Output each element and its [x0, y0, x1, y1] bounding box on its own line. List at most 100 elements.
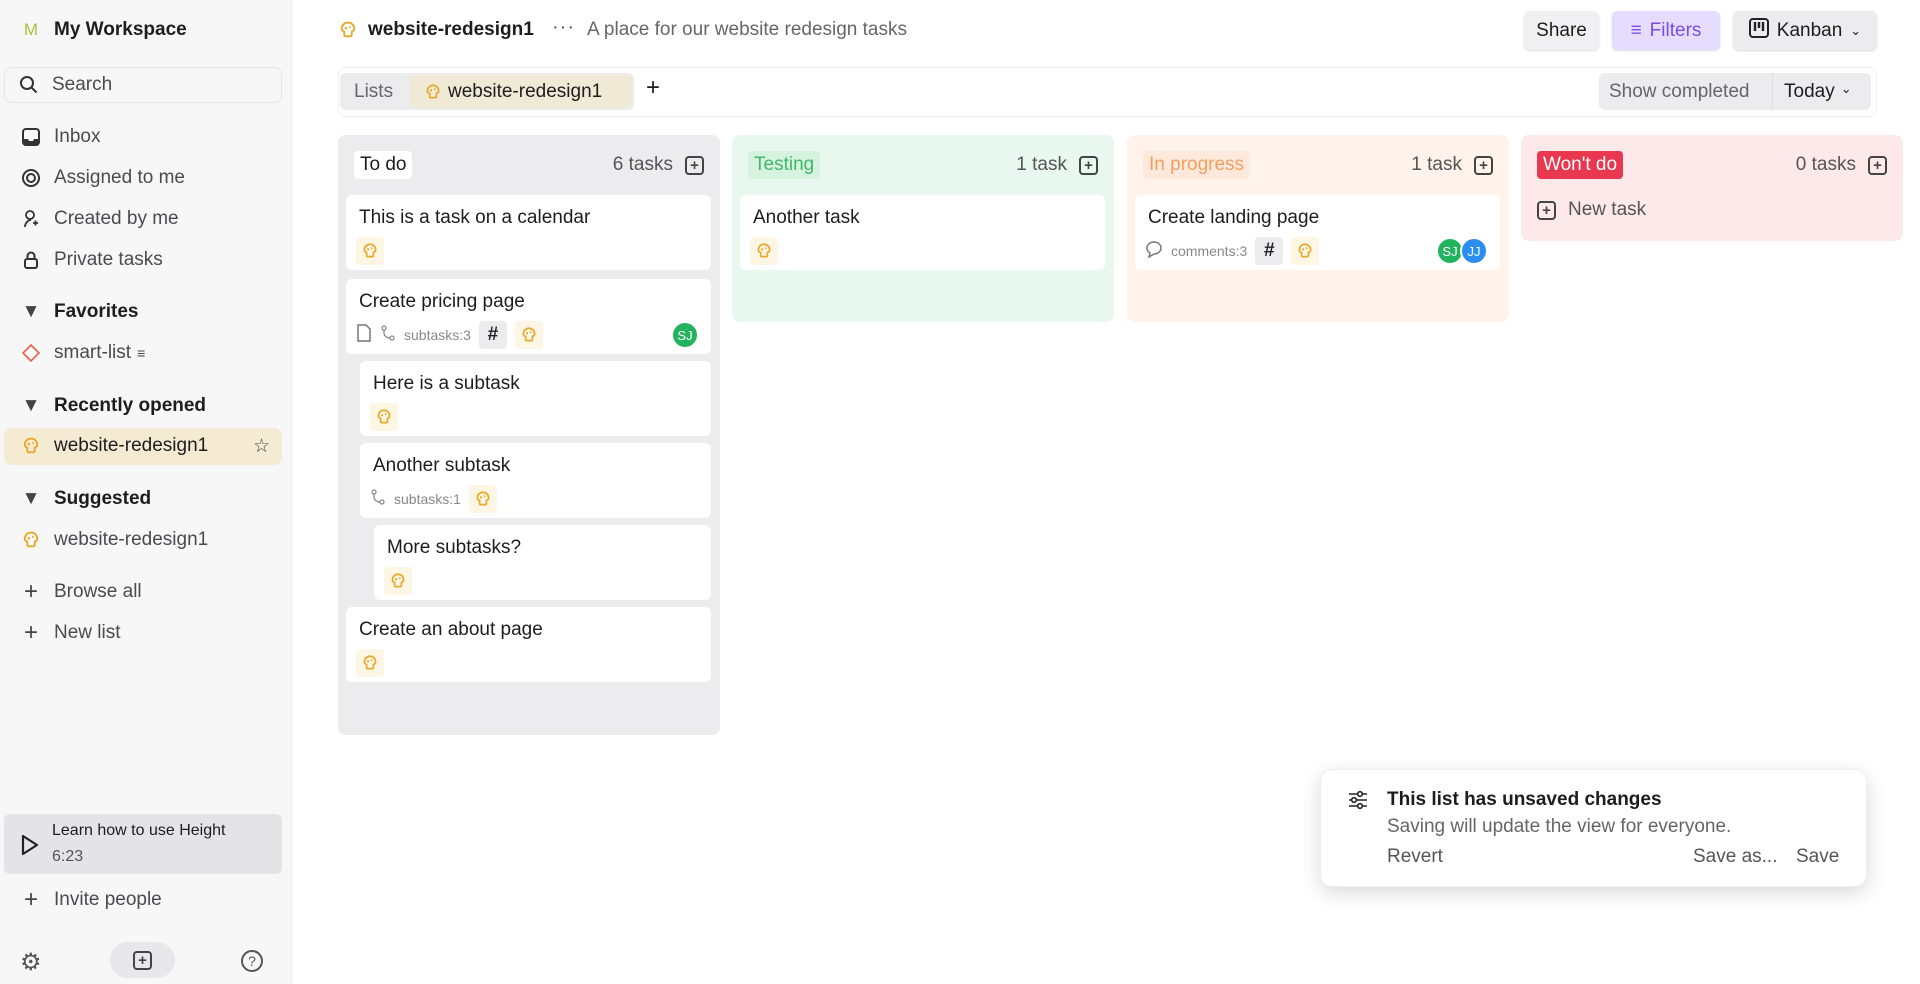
filters-label: Filters: [1649, 19, 1702, 41]
column-label: Testing: [748, 151, 821, 179]
chevron-down-icon: ⌄: [1850, 22, 1862, 38]
help-icon[interactable]: ?: [241, 950, 263, 972]
list-emoji-icon: [356, 649, 384, 677]
task-card[interactable]: Create landing page comments:3 # SJ JJ: [1135, 195, 1500, 270]
invite-people-button[interactable]: + Invite people: [20, 882, 162, 918]
task-title: Another task: [753, 207, 860, 228]
chevron-down-icon: ⌄: [1840, 81, 1852, 96]
date-selector[interactable]: Today ⌄: [1784, 81, 1852, 103]
divider: [1772, 73, 1773, 110]
filters-button[interactable]: ≡ Filters: [1612, 11, 1720, 50]
task-count: 6 tasks: [612, 154, 673, 175]
task-card[interactable]: Another task: [740, 195, 1105, 270]
save-button[interactable]: Save: [1796, 846, 1839, 868]
search-placeholder: Search: [52, 74, 113, 95]
task-card[interactable]: Another subtask subtasks:1: [360, 443, 711, 518]
sidebar-item-label: Created by me: [54, 208, 179, 229]
list-emoji-icon: [356, 237, 384, 265]
caret-down-icon: ▼: [21, 395, 41, 416]
favorites-section-toggle[interactable]: ▼ Favorites: [20, 294, 139, 330]
comment-count: comments:3: [1171, 243, 1248, 259]
column-header: Won't do 0 tasks +: [1537, 149, 1887, 181]
add-task-icon[interactable]: +: [685, 155, 704, 175]
task-title: Create an about page: [359, 619, 543, 640]
add-task-icon[interactable]: +: [1474, 155, 1493, 175]
sidebar-item-created[interactable]: Created by me: [20, 201, 179, 237]
task-card[interactable]: This is a task on a calendar: [346, 195, 711, 270]
lock-icon: [20, 250, 42, 270]
more-options-icon[interactable]: ···: [552, 16, 575, 39]
task-meta: [370, 403, 398, 431]
task-title: Create pricing page: [359, 291, 525, 312]
task-card[interactable]: Create an about page: [346, 607, 711, 682]
column-header: To do 6 tasks +: [354, 149, 704, 181]
task-meta: comments:3 #: [1145, 237, 1320, 265]
browse-all-button[interactable]: + Browse all: [20, 574, 142, 610]
column-label: Won't do: [1537, 151, 1624, 179]
sidebar-item-label: New list: [54, 622, 121, 643]
caret-down-icon: ▼: [21, 301, 41, 322]
column-header: In progress 1 task +: [1143, 149, 1493, 181]
comment-icon: [1145, 240, 1163, 263]
suggested-section-toggle[interactable]: ▼ Suggested: [20, 481, 152, 517]
add-task-icon[interactable]: +: [1868, 155, 1887, 175]
page-title: website-redesign1: [368, 19, 534, 40]
sidebar-item-private[interactable]: Private tasks: [20, 242, 163, 278]
task-meta: [356, 649, 384, 677]
avatar[interactable]: JJ: [1460, 237, 1488, 265]
task-count: 0 tasks: [1795, 154, 1856, 175]
sidebar-item-label: Browse all: [54, 581, 142, 602]
view-label: Kanban: [1776, 19, 1843, 41]
sidebar-item-assigned[interactable]: Assigned to me: [20, 160, 185, 196]
column-wont-do: Won't do 0 tasks + + New task: [1521, 135, 1903, 241]
list-emoji-icon: [468, 485, 497, 513]
section-title: Suggested: [54, 488, 152, 509]
toast-body: Saving will update the view for everyone…: [1387, 816, 1732, 837]
plus-icon: +: [23, 886, 38, 913]
sidebar-item-website-redesign1[interactable]: website-redesign1 ☆: [20, 428, 270, 464]
new-list-button[interactable]: + New list: [20, 615, 121, 651]
list-emoji-icon: [384, 567, 412, 595]
task-card[interactable]: Create pricing page subtasks:3 # SJ: [346, 279, 711, 354]
tab-website-redesign1[interactable]: website-redesign1: [410, 75, 632, 108]
filter-icon: ≡: [137, 345, 146, 361]
task-card[interactable]: Here is a subtask: [360, 361, 711, 436]
document-icon: [356, 323, 372, 347]
sidebar-item-inbox[interactable]: Inbox: [20, 119, 100, 155]
workspace-switcher[interactable]: M My Workspace: [20, 12, 187, 48]
revert-button[interactable]: Revert: [1387, 846, 1443, 868]
column-testing: Testing 1 task + Another task: [732, 135, 1114, 322]
list-emoji-icon: [20, 530, 42, 550]
task-meta: [750, 237, 778, 265]
search-icon: [18, 75, 40, 95]
add-task-icon[interactable]: +: [1079, 155, 1098, 175]
task-meta: [356, 237, 384, 265]
avatar[interactable]: SJ: [671, 321, 699, 349]
list-emoji-icon: [424, 83, 442, 101]
add-tab-button[interactable]: +: [646, 74, 660, 102]
task-card[interactable]: More subtasks?: [374, 525, 711, 600]
settings-gear-icon[interactable]: ⚙: [20, 948, 42, 977]
toast-title: This list has unsaved changes: [1387, 789, 1662, 810]
date-label: Today: [1784, 81, 1835, 102]
new-task-label: New task: [1568, 199, 1647, 220]
star-icon[interactable]: ☆: [253, 435, 270, 458]
task-title: Another subtask: [373, 455, 511, 476]
tag-hash-icon: #: [1255, 237, 1284, 265]
new-task-button[interactable]: +: [110, 942, 175, 978]
save-as-button[interactable]: Save as...: [1693, 846, 1778, 868]
search-button[interactable]: Search: [18, 67, 112, 103]
view-selector[interactable]: Kanban ⌄: [1733, 11, 1877, 50]
recent-section-toggle[interactable]: ▼ Recently opened: [20, 388, 206, 424]
column-todo: To do 6 tasks + This is a task on a calenda…: [338, 135, 720, 735]
show-completed-toggle[interactable]: Show completed: [1609, 81, 1749, 103]
share-button[interactable]: Share: [1524, 11, 1599, 50]
sidebar-item-smart-list[interactable]: smart-list ≡: [20, 335, 145, 371]
sliders-icon: [1348, 790, 1368, 815]
subtasks-icon: [380, 324, 396, 346]
list-emoji-icon: [20, 436, 42, 456]
tab-lists[interactable]: Lists: [354, 81, 393, 103]
task-title: This is a task on a calendar: [359, 207, 591, 228]
new-task-button[interactable]: + New task: [1537, 199, 1646, 221]
sidebar-item-suggested[interactable]: website-redesign1: [20, 522, 208, 558]
